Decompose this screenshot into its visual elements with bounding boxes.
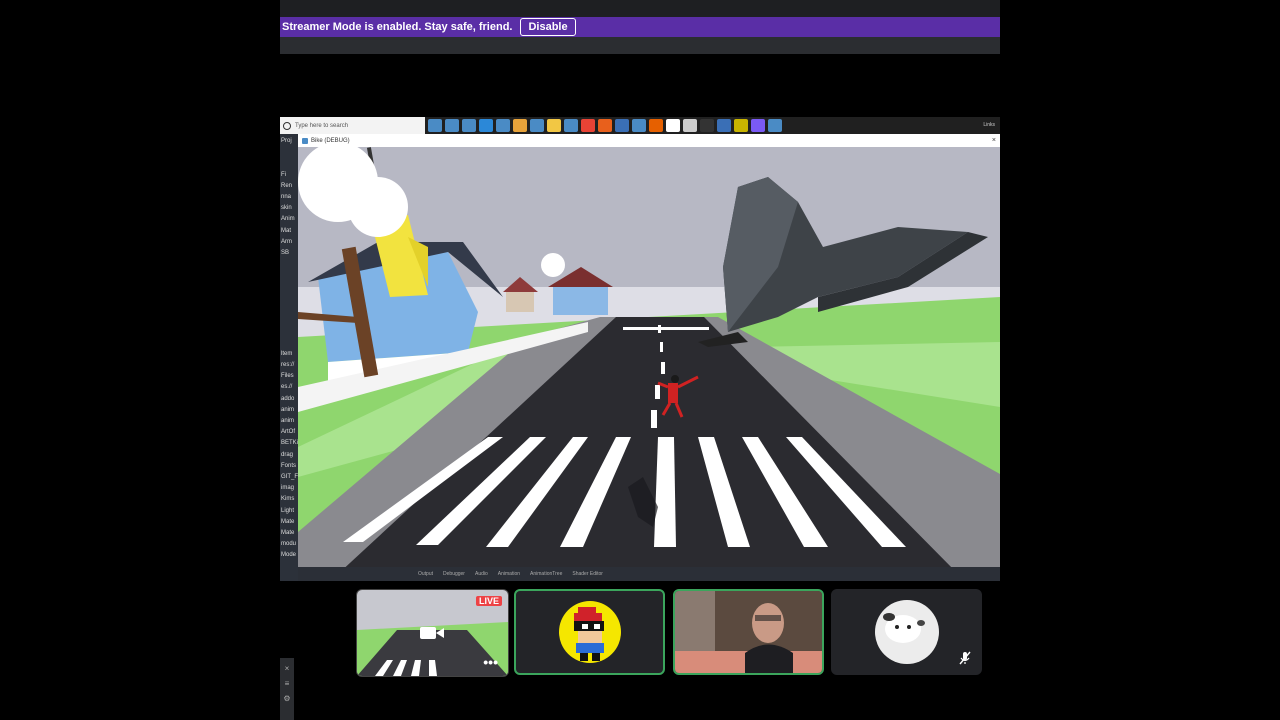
bottom-panel-tab[interactable]: Shader Editor (572, 571, 603, 577)
game-window-titlebar: Bike (DEBUG) × (298, 134, 1000, 148)
taskbar-search[interactable]: Type here to search (280, 117, 425, 134)
taskbar-app-icon[interactable] (513, 119, 527, 132)
filesystem-item[interactable]: imag (281, 485, 294, 491)
pixel-avatar (559, 601, 621, 663)
filesystem-item[interactable]: res:// (281, 362, 294, 368)
taskbar-app-icon[interactable] (547, 119, 561, 132)
muted-microphone-icon (959, 651, 971, 665)
filesystem-item[interactable]: nna (281, 194, 291, 200)
editor-filesystem-panel: Proj Fi Ren nna skin Anim Mat Arm SB ltem res:// Fi… (280, 134, 300, 581)
filesystem-item[interactable]: Fi (281, 172, 286, 178)
filesystem-item[interactable]: SB (281, 250, 289, 256)
taskbar-app-icon[interactable] (751, 119, 765, 132)
webcam-feed (675, 591, 822, 673)
bottom-panel-tab[interactable]: Debugger (443, 571, 465, 577)
filesystem-item[interactable]: es.// (281, 384, 292, 390)
game-window-title: Bike (DEBUG) (311, 137, 350, 144)
taskbar-app-icon[interactable] (564, 119, 578, 132)
participant-tile-avatar[interactable] (514, 589, 665, 675)
filesystem-item[interactable]: Fonts (281, 463, 296, 469)
more-options-icon[interactable]: ••• (483, 655, 498, 669)
taskbar-links-label: Links (983, 122, 995, 128)
taskbar-app-icon[interactable] (496, 119, 510, 132)
collapsed-sidebar: × ≡ ⚙ (280, 658, 294, 720)
bottom-panel-tab[interactable]: AnimationTree (530, 571, 562, 577)
streamer-mode-banner: Streamer Mode is enabled. Stay safe, fri… (280, 17, 1000, 37)
bottom-panel-tab[interactable]: Animation (498, 571, 520, 577)
filesystem-item[interactable]: addo (281, 396, 294, 402)
shared-screen: Type here to search Links Proj Fi Ren nna sk… (280, 117, 1000, 581)
filesystem-item[interactable]: Mate (281, 519, 294, 525)
taskbar-app-icon[interactable] (445, 119, 459, 132)
far-crosswalk (623, 327, 709, 330)
filesystem-item[interactable]: Files (281, 373, 294, 379)
discord-toolbar (280, 37, 1000, 54)
taskbar-app-icon[interactable] (666, 119, 680, 132)
close-window-button[interactable]: × (992, 137, 996, 144)
filesystem-item[interactable]: Mode (281, 552, 296, 558)
video-camera-icon (420, 627, 444, 639)
taskbar-app-icons (428, 119, 782, 132)
sidebar-glyph-icon[interactable]: ⚙ (280, 694, 294, 703)
game-window: Bike (DEBUG) × (298, 134, 1000, 574)
filesystem-item[interactable]: Arm (281, 239, 292, 245)
game-viewport[interactable] (298, 147, 1000, 574)
stream-tile[interactable]: LIVE ••• (356, 589, 509, 677)
filesystem-item[interactable]: Kims (281, 496, 294, 502)
bottom-panel-tab[interactable]: Output (418, 571, 433, 577)
filesystem-item[interactable]: anim (281, 418, 294, 424)
taskbar-app-icon[interactable] (428, 119, 442, 132)
filesystem-item[interactable]: Proj (281, 138, 292, 144)
filesystem-item[interactable]: GIT_F (281, 474, 298, 480)
participant-tile-webcam[interactable] (673, 589, 824, 675)
taskbar-search-placeholder: Type here to search (295, 122, 349, 129)
taskbar-app-icon[interactable] (717, 119, 731, 132)
sidebar-glyph-icon[interactable]: × (280, 664, 294, 673)
taskbar-app-icon[interactable] (479, 119, 493, 132)
filesystem-item[interactable]: ArtOf (281, 429, 295, 435)
godot-icon (302, 137, 308, 144)
taskbar-app-icon[interactable] (734, 119, 748, 132)
filesystem-item[interactable]: modu (281, 541, 296, 547)
filesystem-item[interactable]: Anim (281, 216, 295, 222)
taskbar-app-icon[interactable] (632, 119, 646, 132)
taskbar-app-icon[interactable] (615, 119, 629, 132)
filesystem-item[interactable]: Mat (281, 228, 291, 234)
windows-taskbar: Type here to search Links (280, 117, 1000, 134)
discord-top-strip (280, 0, 1000, 17)
filesystem-item[interactable]: Light (281, 508, 294, 514)
taskbar-app-icon[interactable] (530, 119, 544, 132)
search-icon (283, 121, 291, 130)
filesystem-item[interactable]: skin (281, 205, 292, 211)
taskbar-app-icon[interactable] (683, 119, 697, 132)
taskbar-app-icon[interactable] (598, 119, 612, 132)
streamer-mode-message: Streamer Mode is enabled. Stay safe, fri… (282, 21, 513, 33)
filesystem-item[interactable]: Mate (281, 530, 294, 536)
taskbar-app-icon[interactable] (768, 119, 782, 132)
filesystem-item[interactable]: anim (281, 407, 294, 413)
taskbar-app-icon[interactable] (462, 119, 476, 132)
sidebar-glyph-icon[interactable]: ≡ (280, 679, 294, 688)
participant-tile-cat[interactable] (831, 589, 982, 675)
filesystem-item[interactable]: Ren (281, 183, 292, 189)
filesystem-item[interactable]: BETKit (281, 440, 300, 446)
editor-bottom-panel: Output Debugger Audio Animation AnimationTre… (298, 567, 1000, 581)
bottom-panel-tab[interactable]: Audio (475, 571, 488, 577)
filesystem-item[interactable]: ltem (281, 351, 292, 357)
taskbar-app-icon[interactable] (581, 119, 595, 132)
taskbar-app-icon[interactable] (649, 119, 663, 132)
live-badge: LIVE (475, 596, 502, 606)
disable-streamer-mode-button[interactable]: Disable (520, 18, 576, 36)
taskbar-app-icon[interactable] (700, 119, 714, 132)
filesystem-item[interactable]: drag (281, 452, 293, 458)
